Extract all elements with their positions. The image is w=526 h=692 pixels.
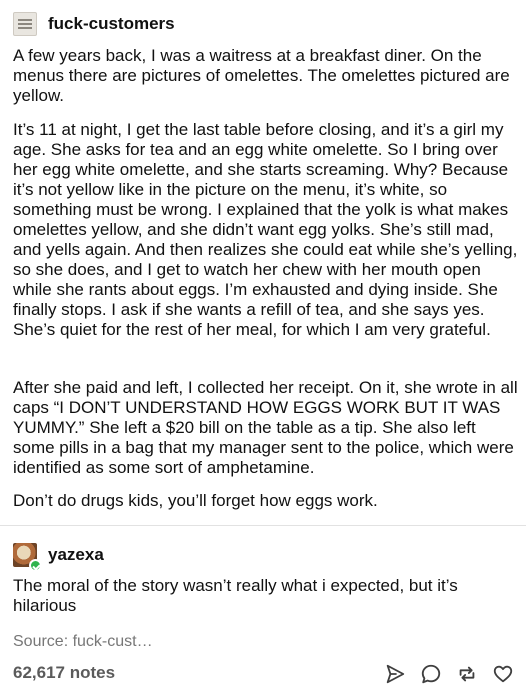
post-actions xyxy=(384,663,514,685)
original-post-header: fuck-customers xyxy=(13,10,175,38)
avatar-text-line xyxy=(18,27,32,29)
reblog-divider xyxy=(0,525,526,526)
reblog-icon[interactable] xyxy=(456,663,478,685)
reply-bubble-icon[interactable] xyxy=(420,663,442,685)
follow-badge-icon xyxy=(29,559,42,572)
post-paragraph: After she paid and left, I collected her… xyxy=(13,378,518,477)
source-link[interactable]: Source: fuck-cust… xyxy=(13,633,153,651)
send-icon[interactable] xyxy=(384,663,406,685)
original-poster-username[interactable]: fuck-customers xyxy=(48,14,175,34)
avatar[interactable] xyxy=(13,12,37,36)
reblog-comment: The moral of the story wasn’t really wha… xyxy=(13,576,458,615)
reblogger-username[interactable]: yazexa xyxy=(48,545,104,565)
post-paragraph: Don’t do drugs kids, you’ll forget how e… xyxy=(13,491,378,510)
post-paragraph: A few years back, I was a waitress at a … xyxy=(13,46,510,105)
reblog-header: yazexa xyxy=(13,541,104,572)
avatar[interactable] xyxy=(13,543,42,572)
notes-count[interactable]: 62,617 notes xyxy=(13,663,115,683)
heart-icon[interactable] xyxy=(492,663,514,685)
tumblr-post: fuck-customers A few years back, I was a… xyxy=(0,0,526,692)
avatar-text-line xyxy=(18,23,32,25)
post-paragraph: It’s 11 at night, I get the last table b… xyxy=(13,120,518,339)
avatar-text-line xyxy=(18,19,32,21)
